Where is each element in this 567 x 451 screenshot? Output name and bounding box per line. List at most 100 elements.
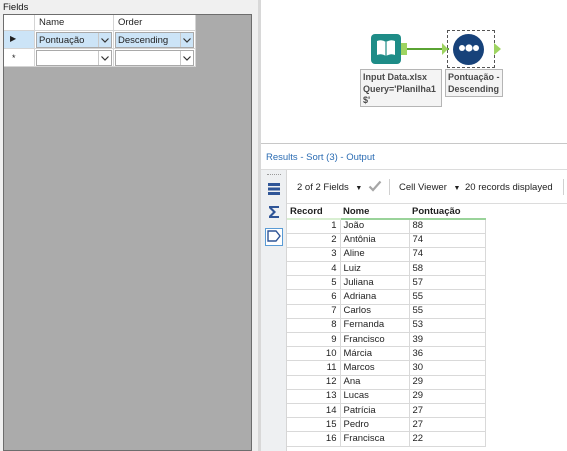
nome-cell[interactable]: Luiz [339, 261, 410, 277]
nome-cell[interactable]: Aline [339, 246, 410, 263]
nome-cell[interactable]: Antônia [339, 232, 410, 248]
column-header-pontuacao[interactable]: Pontuação [409, 205, 485, 220]
record-cell[interactable]: 9 [287, 331, 341, 348]
fields-selector[interactable]: 2 of 2 Fields ▼ [297, 182, 362, 193]
toolbar-separator [389, 179, 390, 195]
cell-viewer-dropdown[interactable]: Cell Viewer ▼ [399, 182, 460, 193]
pontuacao-cell[interactable]: 29 [408, 388, 486, 404]
sort-order-dropdown[interactable] [115, 50, 194, 66]
nome-cell[interactable]: Patrícia [339, 402, 410, 419]
pontuacao-cell[interactable]: 55 [408, 303, 486, 319]
cell-viewer-label: Cell Viewer [399, 182, 447, 193]
sort-field-row[interactable]: ▶ Pontuação Descending [4, 31, 196, 49]
nome-cell[interactable]: Márcia [339, 346, 410, 362]
results-grid[interactable]: Record Nome Pontuação 1 João 88 2 Antônia 74 3… [287, 205, 567, 451]
new-field-row[interactable]: * [4, 49, 196, 67]
nome-cell[interactable]: João [339, 218, 410, 234]
row-selector[interactable]: ▶ [4, 31, 35, 49]
column-header-record[interactable]: Record [287, 205, 340, 220]
table-row[interactable]: 16 Francisca 22 [287, 431, 486, 447]
checkmark-icon [368, 180, 382, 195]
table-row[interactable]: 12 Ana 29 [287, 374, 486, 390]
table-row[interactable]: 15 Pedro 27 [287, 417, 486, 433]
table-row[interactable]: 13 Lucas 29 [287, 388, 486, 404]
nome-cell[interactable]: Adriana [339, 289, 410, 305]
table-row[interactable]: 2 Antônia 74 [287, 232, 486, 248]
chevron-down-icon[interactable] [98, 51, 111, 65]
pontuacao-cell[interactable]: 22 [408, 431, 486, 447]
pontuacao-cell[interactable]: 74 [408, 246, 486, 263]
table-row[interactable]: 4 Luiz 58 [287, 261, 486, 277]
pontuacao-cell[interactable]: 53 [408, 317, 486, 334]
record-cell[interactable]: 15 [287, 417, 341, 433]
table-row[interactable]: 1 João 88 [287, 218, 486, 234]
pontuacao-cell[interactable]: 74 [408, 232, 486, 248]
row-selector[interactable]: * [4, 49, 35, 67]
record-cell[interactable]: 8 [287, 317, 341, 334]
data-view-button[interactable] [265, 228, 283, 246]
pontuacao-cell[interactable]: 27 [408, 402, 486, 419]
fields-label: Fields [3, 2, 29, 13]
record-cell[interactable]: 11 [287, 360, 341, 376]
record-cell[interactable]: 3 [287, 246, 341, 263]
output-anchor[interactable] [494, 43, 501, 55]
apply-check-button[interactable] [368, 180, 382, 195]
pontuacao-cell[interactable]: 30 [408, 360, 486, 376]
nome-cell[interactable]: Juliana [339, 275, 410, 291]
pontuacao-cell[interactable]: 39 [408, 331, 486, 348]
record-cell[interactable]: 2 [287, 232, 341, 248]
table-row[interactable]: 5 Juliana 57 [287, 275, 486, 291]
nome-cell[interactable]: Fernanda [339, 317, 410, 334]
nome-cell[interactable]: Lucas [339, 388, 410, 404]
field-name-dropdown[interactable]: Pontuação [36, 32, 112, 48]
nome-cell[interactable]: Ana [339, 374, 410, 390]
record-cell[interactable]: 4 [287, 261, 341, 277]
table-row[interactable]: 6 Adriana 55 [287, 289, 486, 305]
record-cell[interactable]: 16 [287, 431, 341, 447]
sort-tool[interactable] [453, 34, 484, 65]
current-row-icon: ▶ [10, 34, 17, 43]
chevron-down-icon[interactable] [180, 33, 193, 47]
pontuacao-cell[interactable]: 29 [408, 374, 486, 390]
column-header-nome[interactable]: Nome [340, 205, 409, 220]
nome-cell[interactable]: Marcos [339, 360, 410, 376]
nome-cell[interactable]: Francisco [339, 331, 410, 348]
record-cell[interactable]: 10 [287, 346, 341, 362]
table-row[interactable]: 10 Márcia 36 [287, 346, 486, 362]
nome-cell[interactable]: Pedro [339, 417, 410, 433]
table-row[interactable]: 7 Carlos 55 [287, 303, 486, 319]
input-data-tool[interactable] [371, 34, 401, 64]
chevron-down-icon[interactable] [180, 51, 193, 65]
nome-cell[interactable]: Carlos [339, 303, 410, 319]
table-row[interactable]: 14 Patrícia 27 [287, 402, 486, 419]
sort-fields-grid: Name Order ▶ Pontuação Descending * [3, 14, 252, 451]
pontuacao-cell[interactable]: 57 [408, 275, 486, 291]
record-cell[interactable]: 13 [287, 388, 341, 404]
sort-order-value: Descending [118, 35, 169, 46]
toolbar-grip[interactable] [267, 174, 281, 177]
record-cell[interactable]: 12 [287, 374, 341, 390]
nome-cell[interactable]: Francisca [339, 431, 410, 447]
pontuacao-cell[interactable]: 55 [408, 289, 486, 305]
table-view-button[interactable] [265, 181, 283, 199]
chevron-down-icon[interactable] [98, 33, 111, 47]
table-row[interactable]: 8 Fernanda 53 [287, 317, 486, 334]
record-cell[interactable]: 1 [287, 218, 341, 234]
record-cell[interactable]: 7 [287, 303, 341, 319]
sort-order-dropdown[interactable]: Descending [115, 32, 194, 48]
pontuacao-cell[interactable]: 88 [408, 218, 486, 234]
pontuacao-cell[interactable]: 27 [408, 417, 486, 433]
record-cell[interactable]: 5 [287, 275, 341, 291]
pontuacao-cell[interactable]: 58 [408, 261, 486, 277]
workflow-canvas[interactable]: Input Data.xlsx Query='Planilha1 $' Pont… [261, 0, 567, 143]
fields-selector-label: 2 of 2 Fields [297, 182, 349, 193]
pontuacao-cell[interactable]: 36 [408, 346, 486, 362]
field-name-dropdown[interactable] [36, 50, 112, 66]
record-cell[interactable]: 6 [287, 289, 341, 305]
table-row[interactable]: 9 Francisco 39 [287, 331, 486, 348]
table-row[interactable]: 11 Marcos 30 [287, 360, 486, 376]
record-cell[interactable]: 14 [287, 402, 341, 419]
sort-tool-annotation: Pontuação - Descending [445, 69, 503, 97]
table-row[interactable]: 3 Aline 74 [287, 246, 486, 263]
metadata-view-button[interactable] [265, 204, 283, 222]
